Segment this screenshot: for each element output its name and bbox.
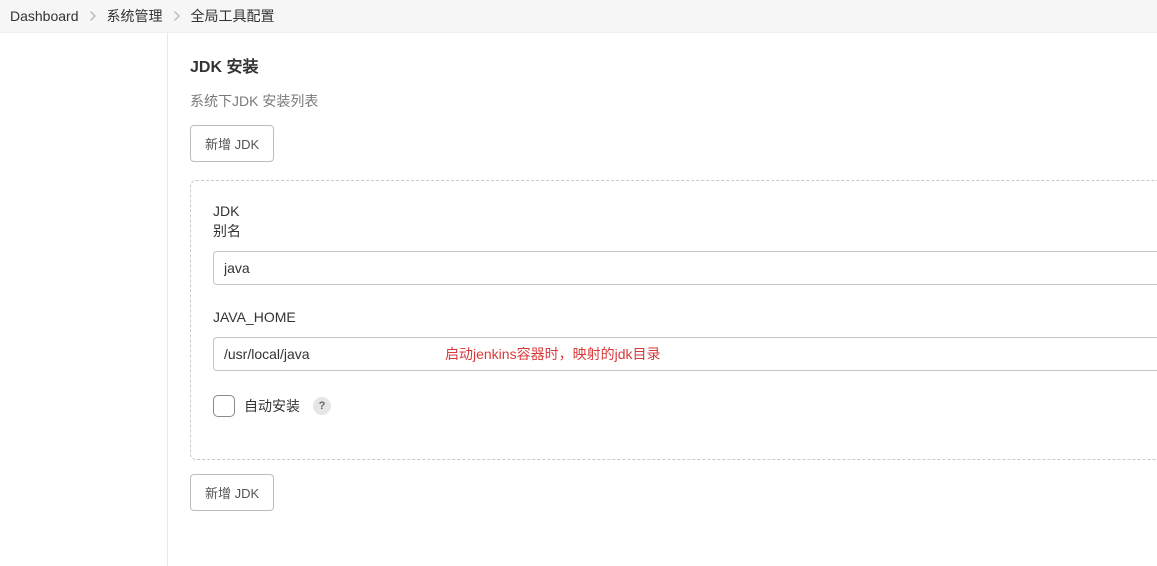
java-home-input[interactable] (213, 337, 1157, 371)
sidebar-divider (0, 33, 168, 566)
add-jdk-button-bottom[interactable]: 新增 JDK (190, 474, 274, 511)
chevron-right-icon (89, 11, 97, 21)
java-home-field-label: JAVA_HOME (213, 309, 1157, 325)
alias-field-label: 别名 (213, 221, 1157, 241)
breadcrumb-item-system[interactable]: 系统管理 (107, 6, 163, 26)
section-title: JDK 安装 (190, 53, 1157, 77)
auto-install-checkbox[interactable] (213, 395, 235, 417)
breadcrumb: Dashboard 系统管理 全局工具配置 (0, 0, 1157, 33)
chevron-right-icon (173, 11, 181, 21)
alias-input[interactable] (213, 251, 1157, 285)
help-icon[interactable]: ? (313, 397, 331, 415)
main-panel: JDK 安装 系统下JDK 安装列表 新增 JDK JDK 别名 JAVA_HO… (168, 33, 1157, 566)
section-subtitle: 系统下JDK 安装列表 (190, 91, 1157, 111)
jdk-installation-panel: JDK 别名 JAVA_HOME 启动jenkins容器时，映射的jdk目录 自… (190, 180, 1157, 460)
add-jdk-button[interactable]: 新增 JDK (190, 125, 274, 162)
auto-install-label: 自动安装 (244, 396, 300, 416)
jdk-group-label: JDK (213, 203, 1157, 219)
breadcrumb-item-dashboard[interactable]: Dashboard (10, 8, 79, 24)
breadcrumb-item-global-tools[interactable]: 全局工具配置 (191, 6, 275, 26)
